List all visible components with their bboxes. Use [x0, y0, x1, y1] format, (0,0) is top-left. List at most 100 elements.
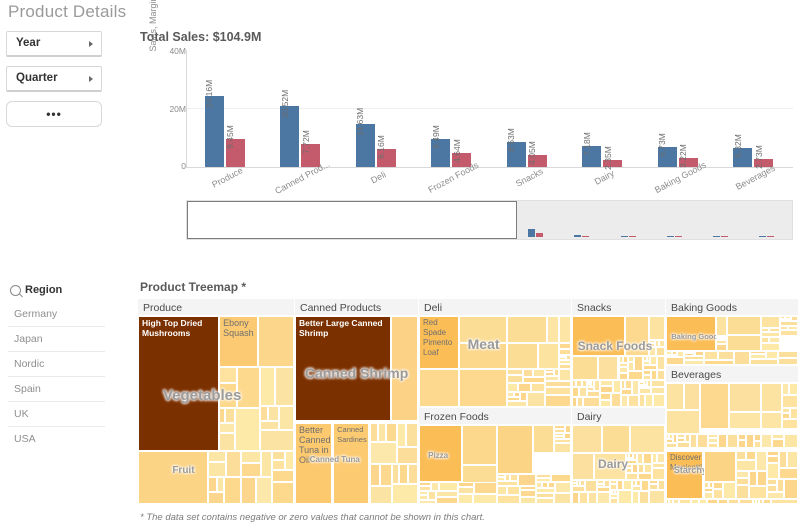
treemap-cell[interactable]: [208, 492, 223, 504]
treemap-panel[interactable]: BeveragesDiscover ManicottiStarchy Foods: [666, 366, 798, 504]
treemap-cell[interactable]: [777, 479, 784, 492]
treemap-cell[interactable]: [666, 434, 669, 439]
treemap-cell[interactable]: [767, 485, 778, 492]
treemap-cell[interactable]: [628, 356, 634, 362]
treemap-cell[interactable]: [708, 434, 717, 438]
treemap-panel[interactable]: Frozen FoodsPizza: [419, 408, 571, 504]
treemap-cell[interactable]: [626, 460, 637, 464]
treemap-cell[interactable]: Canned Sardines: [333, 423, 369, 504]
treemap-cell[interactable]: [505, 474, 510, 481]
treemap-cell[interactable]: [536, 498, 553, 504]
treemap-cell[interactable]: [634, 356, 643, 371]
treemap-cell[interactable]: [399, 464, 408, 484]
treemap-cell[interactable]: [458, 482, 474, 487]
bar-sales[interactable]: 24.16M: [205, 96, 224, 167]
treemap-cell[interactable]: [656, 347, 665, 356]
treemap-cell[interactable]: [767, 451, 779, 457]
treemap-cell[interactable]: [219, 408, 225, 423]
treemap-cell[interactable]: [559, 343, 571, 348]
treemap-cell[interactable]: [542, 482, 548, 488]
scrollbar-selection-handle[interactable]: [187, 201, 517, 239]
bar-group[interactable]: 8.63M4.05M: [489, 50, 565, 167]
treemap-cell[interactable]: [497, 486, 507, 495]
treemap-cell[interactable]: [769, 337, 780, 344]
treemap-cell[interactable]: [224, 477, 242, 504]
treemap-cell[interactable]: [536, 493, 553, 497]
treemap-cell[interactable]: [644, 380, 647, 385]
treemap-cell[interactable]: [669, 499, 672, 504]
treemap-cell[interactable]: [587, 380, 591, 382]
treemap-cell[interactable]: [419, 500, 436, 504]
treemap-cell[interactable]: [761, 412, 782, 429]
treemap-cell[interactable]: [767, 463, 779, 480]
treemap-cell[interactable]: [753, 499, 756, 504]
treemap-cell[interactable]: [738, 434, 746, 440]
treemap-cell[interactable]: [617, 480, 624, 490]
treemap-cell[interactable]: [610, 484, 617, 490]
treemap-cell[interactable]: [651, 387, 665, 395]
treemap-cell[interactable]: [749, 486, 767, 499]
bar-sales[interactable]: 6.73M: [658, 147, 677, 167]
treemap-cell[interactable]: [630, 425, 665, 453]
treemap-cell[interactable]: [643, 361, 650, 365]
treemap-cell[interactable]: [716, 340, 727, 344]
treemap-cell[interactable]: [716, 338, 727, 340]
treemap-cell[interactable]: [572, 387, 579, 397]
treemap-cell[interactable]: [208, 477, 217, 492]
treemap-cell[interactable]: Discover Manicotti: [666, 451, 703, 499]
treemap-cell[interactable]: [767, 492, 785, 499]
treemap-cell[interactable]: [507, 375, 523, 383]
treemap-cell[interactable]: [260, 421, 279, 430]
treemap-cell[interactable]: [673, 499, 679, 504]
treemap-cell[interactable]: [750, 351, 766, 354]
treemap-cell[interactable]: [649, 490, 665, 504]
treemap-panel[interactable]: DeliRed Spade Pimento LoafMeat: [419, 299, 571, 407]
treemap-cell[interactable]: [572, 480, 577, 483]
treemap-cell[interactable]: [554, 429, 564, 433]
treemap-cell[interactable]: [729, 383, 761, 412]
treemap-cell[interactable]: [677, 438, 685, 442]
treemap-cell[interactable]: [789, 383, 798, 395]
treemap-cell[interactable]: [523, 369, 533, 377]
filter-button-quarter[interactable]: Quarter: [6, 66, 102, 92]
treemap-cell[interactable]: [559, 357, 567, 359]
treemap-cell[interactable]: [587, 391, 600, 397]
bar-sales[interactable]: 7.18M: [582, 146, 601, 167]
treemap-cell[interactable]: [219, 383, 237, 408]
treemap-cell[interactable]: [241, 451, 260, 462]
treemap-cell[interactable]: [632, 480, 636, 486]
treemap-cell[interactable]: [626, 468, 632, 473]
treemap-cell[interactable]: [632, 491, 639, 504]
treemap-cell[interactable]: [695, 351, 705, 356]
treemap-cell[interactable]: [554, 443, 571, 453]
treemap-cell[interactable]: [788, 326, 798, 331]
treemap-cell[interactable]: [704, 351, 718, 360]
treemap-cell[interactable]: [533, 369, 545, 377]
treemap-cell[interactable]: [666, 355, 677, 357]
treemap-cell[interactable]: [684, 360, 704, 365]
treemap-cell[interactable]: [716, 336, 727, 338]
treemap-cell[interactable]: [649, 480, 658, 484]
bar-group[interactable]: 7.18M2.35M: [565, 50, 641, 167]
bar-sales[interactable]: 8.63M: [507, 142, 526, 167]
treemap-cell[interactable]: [704, 482, 708, 488]
treemap-cell[interactable]: [419, 425, 462, 482]
treemap-cell[interactable]: [588, 492, 597, 504]
bar-group[interactable]: 20.52M7.72M: [263, 50, 339, 167]
treemap-cell[interactable]: [261, 451, 272, 477]
treemap-cell[interactable]: [610, 480, 617, 484]
treemap-cell[interactable]: [610, 490, 613, 494]
treemap-cell[interactable]: [564, 433, 571, 439]
treemap-cell[interactable]: [790, 408, 798, 418]
treemap-cell[interactable]: [666, 439, 673, 443]
treemap-cell[interactable]: [572, 483, 577, 486]
treemap-cell[interactable]: [780, 316, 785, 319]
treemap-cell[interactable]: [734, 351, 750, 365]
treemap-cell[interactable]: [507, 397, 520, 401]
treemap-cell[interactable]: [458, 494, 473, 504]
treemap-cell[interactable]: [208, 462, 226, 478]
treemap-cell[interactable]: [572, 486, 585, 492]
treemap-cell[interactable]: [559, 349, 571, 355]
treemap-cell[interactable]: [237, 367, 260, 408]
treemap-cell[interactable]: [548, 482, 555, 488]
